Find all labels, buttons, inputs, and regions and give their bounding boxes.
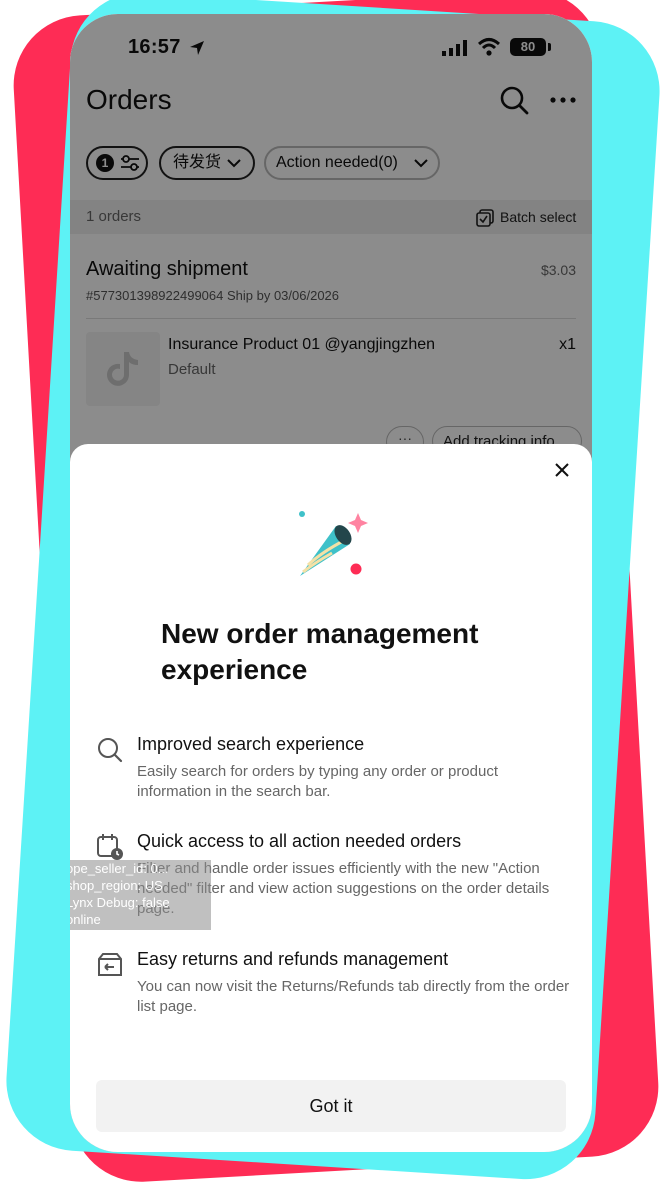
debug-line: online [70, 912, 101, 927]
got-it-button[interactable]: Got it [96, 1080, 566, 1132]
debug-overlay: ope_seller_id: 0... shop_region: US Lynx… [70, 860, 211, 930]
calendar-clock-icon [97, 834, 123, 860]
announcement-sheet: New order management experience Improved… [70, 444, 592, 1152]
search-icon [98, 738, 123, 763]
return-box-icon [98, 953, 122, 976]
close-icon[interactable] [552, 460, 572, 480]
modal-title: New order management experience [161, 618, 479, 685]
phone-screen: 16:57 80 Orders 1 待发货 Action needed(0) 1… [70, 14, 592, 1152]
debug-line: ope_seller_id: 0... [70, 861, 169, 876]
feature-title: Improved search experience [137, 734, 365, 754]
debug-line: Lynx Debug: false [70, 895, 170, 910]
feature-description: You can now visit the Returns/Refunds ta… [137, 978, 570, 1015]
feature-description: Easily search for orders by typing any o… [137, 763, 499, 800]
feature-title: Easy returns and refunds management [137, 949, 449, 969]
party-popper-icon [299, 511, 368, 576]
debug-line: shop_region: US [70, 878, 163, 893]
feature-title: Quick access to all action needed orders [137, 831, 462, 851]
